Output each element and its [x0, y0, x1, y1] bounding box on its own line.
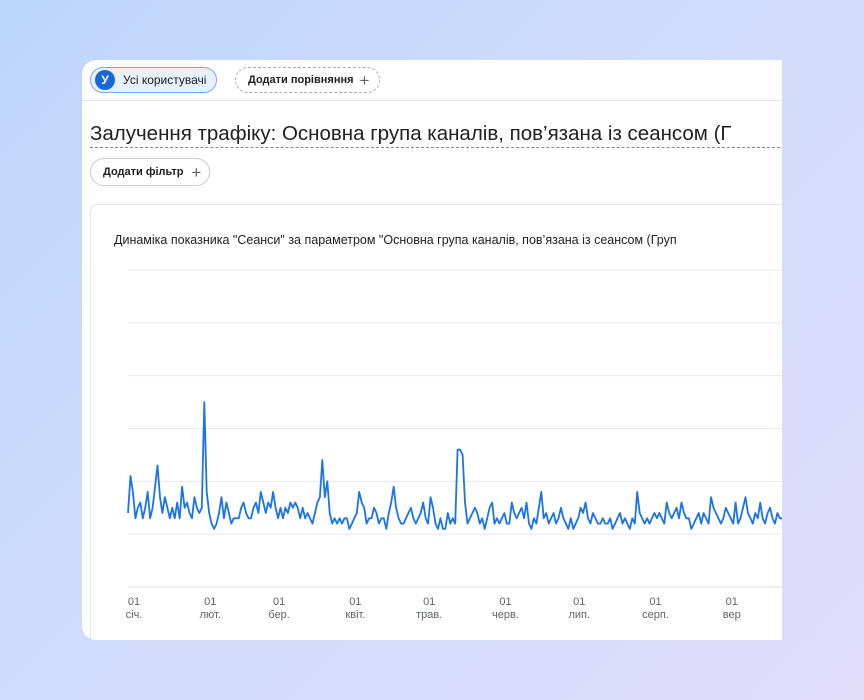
x-tick-month: трав.: [416, 609, 442, 621]
x-tick-day: 01: [649, 596, 661, 608]
x-tick: 01трав.: [416, 596, 442, 621]
x-tick: 01лют.: [200, 596, 221, 621]
x-tick-month: вер: [723, 609, 741, 621]
x-tick: 01черв.: [492, 596, 519, 621]
x-tick: 01лип.: [568, 596, 590, 621]
x-tick-month: лют.: [200, 609, 221, 621]
x-tick-day: 01: [726, 596, 738, 608]
x-tick-day: 01: [273, 596, 285, 608]
x-tick: 01вер: [723, 596, 741, 621]
x-tick-month: квіт.: [345, 609, 365, 621]
x-tick-day: 01: [573, 596, 585, 608]
series-line-0: [127, 401, 782, 530]
x-tick: 01бер.: [268, 596, 289, 621]
x-tick-day: 01: [349, 596, 361, 608]
x-tick-day: 01: [423, 596, 435, 608]
x-tick: 01серп.: [642, 596, 669, 621]
x-tick-month: черв.: [492, 609, 519, 621]
x-tick-month: бер.: [268, 609, 289, 621]
x-tick-month: серп.: [642, 609, 669, 621]
x-tick: 01січ.: [126, 596, 143, 621]
x-tick-day: 01: [204, 596, 216, 608]
x-tick-month: лип.: [568, 609, 590, 621]
line-chart: 01січ.01лют.01бер.01квіт.01трав.01черв.0…: [126, 269, 782, 621]
x-tick-day: 01: [128, 596, 140, 608]
x-tick-day: 01: [499, 596, 511, 608]
x-tick-month: січ.: [126, 609, 143, 621]
analytics-window: У Усі користувачі Додати порівняння + За…: [82, 60, 782, 640]
x-tick: 01квіт.: [345, 596, 365, 621]
